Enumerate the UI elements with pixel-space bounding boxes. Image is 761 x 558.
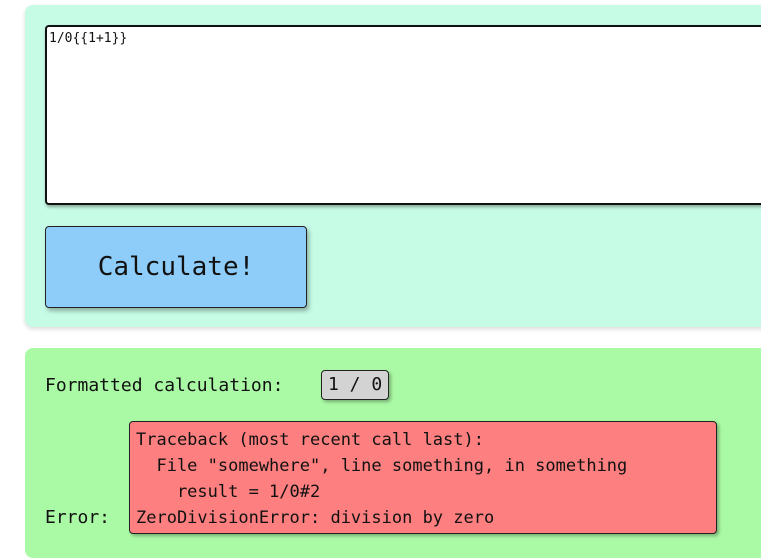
traceback-line: File "somewhere", line something, in som… [136, 456, 628, 476]
formatted-calculation-label: Formatted calculation: [45, 375, 284, 396]
traceback-line: result = 1/0#2 [136, 482, 321, 502]
expression-input[interactable] [45, 25, 761, 205]
input-panel: Calculate! [25, 5, 761, 327]
error-traceback: Traceback (most recent call last): File … [129, 421, 717, 534]
calculate-button[interactable]: Calculate! [45, 226, 307, 308]
traceback-line: ZeroDivisionError: division by zero [136, 508, 495, 528]
formatted-calculation-value: 1 / 0 [321, 370, 390, 400]
error-label: Error: [45, 507, 111, 528]
traceback-line: Traceback (most recent call last): [136, 430, 484, 450]
result-panel: Formatted calculation: 1 / 0 Error: Trac… [25, 348, 761, 558]
